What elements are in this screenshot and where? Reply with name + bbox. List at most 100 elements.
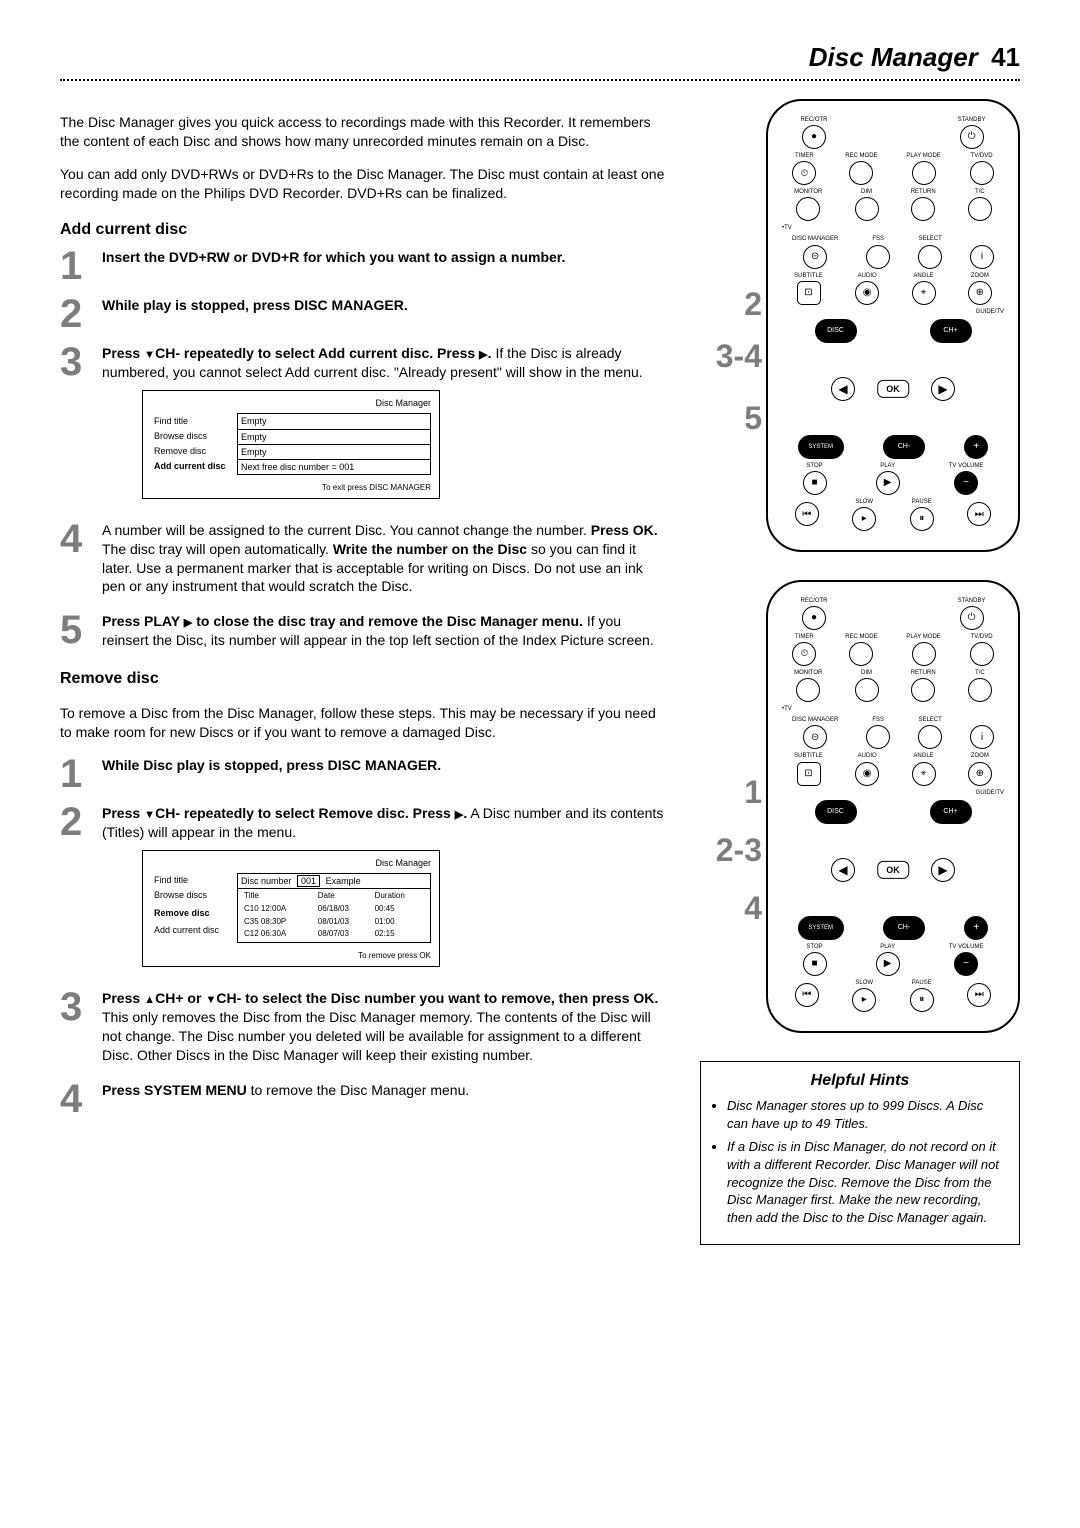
play-icon: ▶ xyxy=(876,952,900,976)
circle-icon xyxy=(911,678,935,702)
subtitle-icon: ⊡ xyxy=(797,281,821,305)
s4-ok: Press OK. xyxy=(591,522,658,538)
minus-icon: − xyxy=(954,471,978,495)
page-header: Disc Manager 41 xyxy=(60,40,1020,75)
intro-p1: The Disc Manager gives you quick access … xyxy=(60,113,670,151)
b-s4-rest: to remove the Disc Manager menu. xyxy=(251,1082,470,1098)
cell: 06/18/03 xyxy=(315,903,372,916)
stop-icon: ■ xyxy=(803,471,827,495)
heading-add-current-disc: Add current disc xyxy=(60,219,670,241)
row-val: Disc number 001 Example xyxy=(238,873,431,888)
dpad: ◀ OK ▶ xyxy=(823,830,963,910)
cell: C10 12:00A xyxy=(241,903,315,916)
stop-icon: ■ xyxy=(803,952,827,976)
tv-label: •TV xyxy=(778,224,1008,232)
b-s4-bold: Press SYSTEM MENU xyxy=(102,1082,247,1098)
circle-icon xyxy=(912,642,936,666)
power-icon: ⏻ xyxy=(960,125,984,149)
steps-add: 1 Insert the DVD+RW or DVD+R for which y… xyxy=(60,248,670,654)
s3-c: . xyxy=(488,345,492,361)
col: Title xyxy=(241,890,315,903)
circle-icon xyxy=(855,678,879,702)
prev-icon: ⏮ xyxy=(795,983,819,1007)
power-icon: ⏻ xyxy=(960,606,984,630)
slow-icon: ▸ xyxy=(852,988,876,1012)
circle-icon xyxy=(970,161,994,185)
row-lab: Browse discs xyxy=(151,888,238,905)
s3-b: CH- repeatedly to select Add current dis… xyxy=(155,345,479,361)
row-lab: Add current disc xyxy=(151,923,238,940)
step-num: 5 xyxy=(60,612,94,648)
step-num: 4 xyxy=(60,1081,94,1117)
btn-label: PAUSE xyxy=(912,979,932,987)
btn-label: SELECT xyxy=(918,235,941,243)
next-icon: ⏭ xyxy=(967,502,991,526)
row-lab: Browse discs xyxy=(151,429,238,444)
b-s2-b: CH- repeatedly to select Remove disc. Pr… xyxy=(155,805,455,821)
step-num: 3 xyxy=(60,344,94,380)
btn-label: SUBTITLE xyxy=(794,752,823,760)
col: Duration xyxy=(372,890,427,903)
ok-button: OK xyxy=(877,380,909,398)
btn-label: TV/DVD xyxy=(971,633,993,641)
row-val: Empty xyxy=(238,444,431,459)
steps-remove: 1 While Disc play is stopped, press DISC… xyxy=(60,756,670,1117)
btn-label: DIM xyxy=(861,669,872,677)
btn-label: DIM xyxy=(861,188,872,196)
cell: C35 08:30P xyxy=(241,916,315,929)
pause-icon: ⏸ xyxy=(910,507,934,531)
s4-a: A number will be assigned to the current… xyxy=(102,522,591,538)
b-s3-c: CH- to select the Disc number you want t… xyxy=(216,990,658,1006)
btn-label: REC/OTR xyxy=(801,116,828,124)
record-icon: ● xyxy=(802,606,826,630)
btn-label: PAUSE xyxy=(912,498,932,506)
remote-diagram-1: 2 3-4 5 REC/OTR● STANDBY⏻ TIMER⏲ REC MOD… xyxy=(700,99,1020,552)
btn-label: T/C xyxy=(975,669,985,677)
btn-label: PLAY xyxy=(880,462,895,470)
btn-label: T/C xyxy=(975,188,985,196)
callout: 2 xyxy=(700,288,762,320)
btn-label: PLAY xyxy=(880,943,895,951)
btn-label: MONITOR xyxy=(794,669,822,677)
ch-plus-button: CH+ xyxy=(930,800,972,824)
info-icon: i xyxy=(970,245,994,269)
cell: 02:15 xyxy=(372,928,427,941)
circle-icon xyxy=(968,678,992,702)
angle-icon: ⌖ xyxy=(912,762,936,786)
b-s3-b: CH+ or xyxy=(155,990,205,1006)
disc-button: DISC xyxy=(815,800,857,824)
btn-label: MONITOR xyxy=(794,188,822,196)
plus-icon: + xyxy=(964,435,988,459)
page-title: Disc Manager xyxy=(809,42,978,72)
btn-label: ANGLE xyxy=(913,272,933,280)
angle-icon: ⌖ xyxy=(912,281,936,305)
circle-icon xyxy=(911,197,935,221)
step-num: 3 xyxy=(60,989,94,1025)
rule xyxy=(60,79,1020,81)
screen-remove: Disc Manager Find title Disc number 001 … xyxy=(142,850,440,967)
circle-icon xyxy=(912,161,936,185)
guide-label: GUIDE/TV xyxy=(778,789,1008,797)
timer-icon: ⏲ xyxy=(792,161,816,185)
row-lab: Find title xyxy=(151,414,238,429)
info-icon: i xyxy=(970,725,994,749)
btn-label: AUDIO xyxy=(858,272,877,280)
circle-icon xyxy=(866,725,890,749)
page-number: 41 xyxy=(991,42,1020,72)
record-icon: ● xyxy=(802,125,826,149)
s4-b: The disc tray will open automatically. xyxy=(102,541,333,557)
tv-label: •TV xyxy=(778,705,1008,713)
audio-icon: ◉ xyxy=(855,762,879,786)
disc-button: DISC xyxy=(815,319,857,343)
circle-icon xyxy=(849,642,873,666)
step-num: 4 xyxy=(60,521,94,557)
guide-label: GUIDE/TV xyxy=(778,308,1008,316)
callout: 1 xyxy=(700,776,762,808)
screen-footer: To exit press DISC MANAGER xyxy=(151,483,431,494)
row-lab: Remove disc xyxy=(151,444,238,459)
dpad: ◀ OK ▶ xyxy=(823,349,963,429)
btn-label: STOP xyxy=(806,943,822,951)
btn-label: TIMER xyxy=(795,152,814,160)
screen-title: Disc Manager xyxy=(151,397,431,409)
callout: 5 xyxy=(700,402,762,434)
